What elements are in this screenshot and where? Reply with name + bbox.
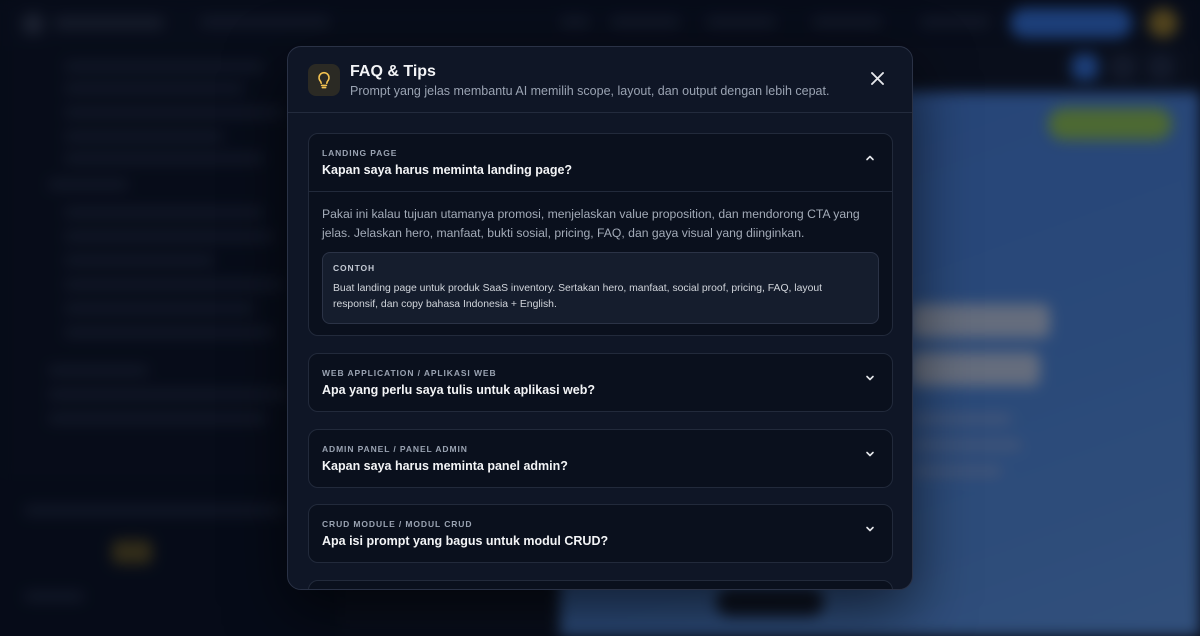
faq-question: Apa isi prompt yang bagus untuk modul CR…	[322, 534, 609, 548]
faq-category: ADMIN PANEL / PANEL ADMIN	[322, 444, 468, 454]
faq-item-admin-panel: ADMIN PANEL / PANEL ADMIN Kapan saya har…	[308, 429, 893, 488]
chevron-up-icon	[866, 155, 874, 161]
header-icon-badge	[308, 64, 340, 96]
close-button[interactable]	[868, 69, 886, 87]
faq-category: WEB APPLICATION / APLIKASI WEB	[322, 368, 497, 378]
faq-item-header[interactable]: CRUD MODULE / MODUL CRUD Apa isi prompt …	[309, 505, 892, 562]
chevron-down-icon	[866, 375, 874, 381]
close-icon	[870, 71, 884, 85]
modal-header: FAQ & Tips Prompt yang jelas membantu AI…	[288, 47, 912, 113]
faq-item-header[interactable]: LANDING PAGE Kapan saya harus meminta la…	[309, 134, 892, 191]
faq-item-web-application: WEB APPLICATION / APLIKASI WEB Apa yang …	[308, 353, 893, 412]
faq-category: LANDING PAGE	[322, 148, 398, 158]
faq-item-partial[interactable]	[308, 580, 893, 589]
faq-list[interactable]: LANDING PAGE Kapan saya harus meminta la…	[288, 113, 912, 589]
faq-category: CRUD MODULE / MODUL CRUD	[322, 519, 473, 529]
example-text: Buat landing page untuk produk SaaS inve…	[333, 283, 823, 310]
modal-title: FAQ & Tips	[350, 63, 436, 80]
faq-question: Apa yang perlu saya tulis untuk aplikasi…	[322, 383, 595, 397]
faq-item-header[interactable]: WEB APPLICATION / APLIKASI WEB Apa yang …	[309, 354, 892, 411]
chevron-down-icon	[866, 526, 874, 532]
faq-item-header[interactable]: ADMIN PANEL / PANEL ADMIN Kapan saya har…	[309, 430, 892, 487]
chevron-down-icon	[866, 451, 874, 457]
faq-question: Kapan saya harus meminta landing page?	[322, 163, 573, 177]
faq-item-landing-page: LANDING PAGE Kapan saya harus meminta la…	[308, 133, 893, 336]
example-box: CONTOH Buat landing page untuk produk Sa…	[322, 252, 879, 324]
faq-answer-panel: Pakai ini kalau tujuan utamanya promosi,…	[309, 191, 892, 335]
faq-question: Kapan saya harus meminta panel admin?	[322, 459, 568, 473]
lightbulb-icon	[318, 71, 330, 89]
faq-answer: Pakai ini kalau tujuan utamanya promosi,…	[322, 207, 860, 240]
faq-item-crud-module: CRUD MODULE / MODUL CRUD Apa isi prompt …	[308, 504, 893, 563]
modal-subtitle: Prompt yang jelas membantu AI memilih sc…	[350, 84, 830, 98]
faq-modal: FAQ & Tips Prompt yang jelas membantu AI…	[287, 46, 913, 590]
example-label: CONTOH	[333, 263, 376, 273]
